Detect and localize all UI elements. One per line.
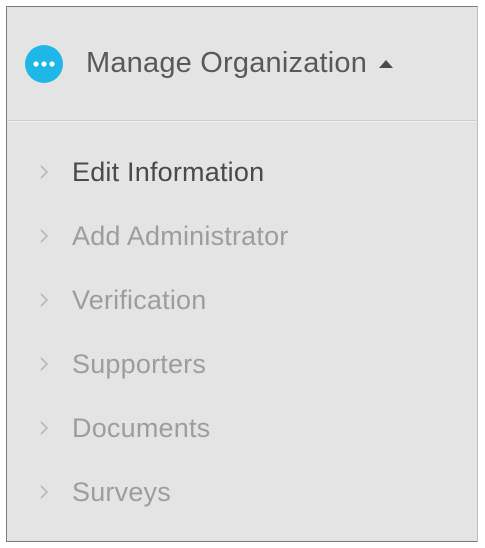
more-horizontal-icon [25, 44, 63, 83]
chevron-right-icon [37, 165, 51, 179]
chevron-right-icon [37, 357, 51, 371]
panel-title: Manage Organization [86, 47, 368, 79]
menu-item-label: Add Administrator [72, 220, 289, 251]
menu-item-label: Verification [72, 284, 207, 315]
menu-item-label: Documents [72, 412, 211, 443]
menu-item-verification[interactable]: Verification [7, 268, 477, 332]
menu-item-supporters[interactable]: Supporters [7, 332, 477, 396]
menu-item-add-administrator[interactable]: Add Administrator [7, 204, 477, 268]
menu-item-label: Supporters [72, 348, 207, 379]
menu-item-label: Surveys [72, 476, 171, 507]
menu-item-documents[interactable]: Documents [7, 396, 477, 460]
chevron-right-icon [37, 293, 51, 307]
chevron-right-icon [37, 421, 51, 435]
manage-organization-panel: Manage Organization Edit Information Add… [6, 6, 478, 542]
menu-item-label: Edit Information [72, 156, 265, 187]
menu-item-edit-information[interactable]: Edit Information [7, 140, 477, 204]
chevron-right-icon [37, 229, 51, 243]
organization-menu: Edit Information Add Administrator Verif… [7, 121, 477, 524]
menu-item-surveys[interactable]: Surveys [7, 460, 477, 524]
chevron-right-icon [37, 485, 51, 499]
manage-organization-toggle[interactable]: Manage Organization [7, 7, 477, 121]
caret-up-icon [379, 59, 394, 68]
